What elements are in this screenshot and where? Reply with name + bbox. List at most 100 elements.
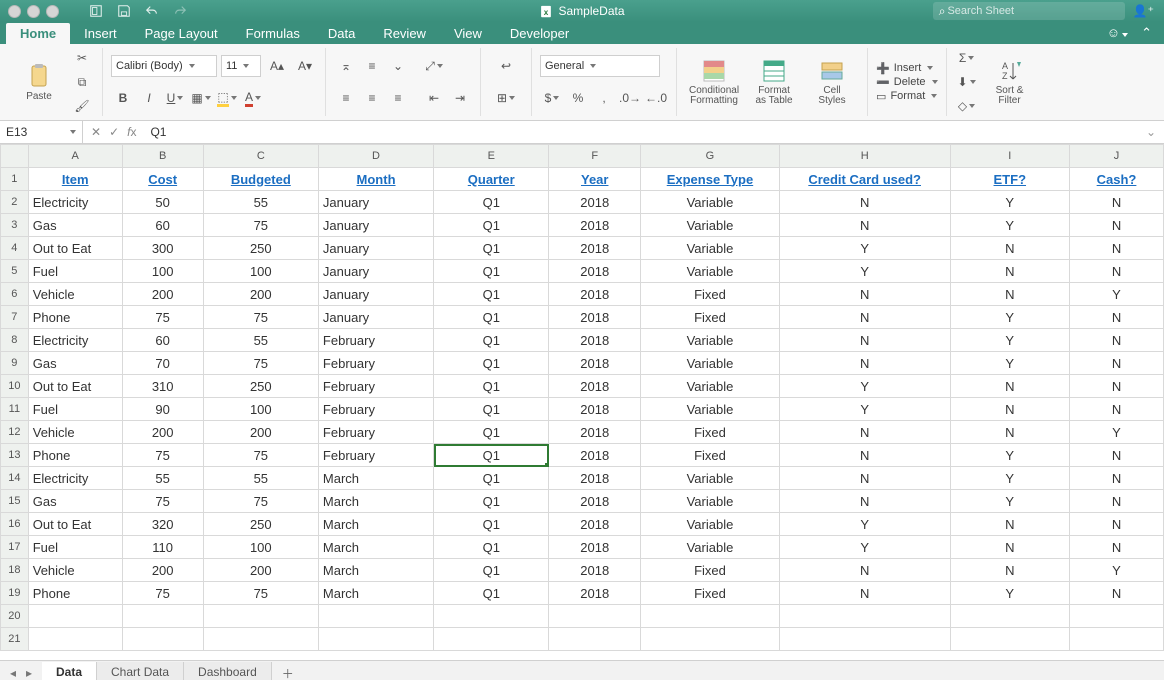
insert-cells-button[interactable]: ➕Insert — [876, 62, 938, 75]
row-header[interactable]: 3 — [1, 214, 29, 237]
cut-icon[interactable]: ✂ — [70, 47, 94, 69]
number-format-select[interactable]: General — [540, 55, 660, 77]
cell[interactable]: March — [318, 582, 433, 605]
cell[interactable]: Q1 — [434, 444, 549, 467]
align-center-icon[interactable]: ≡ — [360, 87, 384, 109]
align-right-icon[interactable]: ≡ — [386, 87, 410, 109]
cell[interactable]: 2018 — [549, 582, 641, 605]
row-header[interactable]: 10 — [1, 375, 29, 398]
align-top-icon[interactable]: ⌅ — [334, 55, 358, 77]
cell[interactable]: 75 — [122, 490, 203, 513]
cell[interactable]: Variable — [641, 329, 780, 352]
cell[interactable]: N — [950, 513, 1070, 536]
increase-indent-icon[interactable]: ⇥ — [448, 87, 472, 109]
cell[interactable] — [950, 605, 1070, 628]
cell[interactable]: N — [1070, 490, 1164, 513]
cell[interactable]: N — [779, 283, 950, 306]
cell[interactable]: Variable — [641, 375, 780, 398]
cell[interactable]: Y — [950, 329, 1070, 352]
cell[interactable]: 50 — [122, 191, 203, 214]
search-input[interactable] — [945, 4, 1118, 18]
cell[interactable]: Q1 — [434, 398, 549, 421]
cell[interactable]: January — [318, 214, 433, 237]
decrease-font-icon[interactable]: A▾ — [293, 55, 317, 77]
cell[interactable]: Electricity — [28, 467, 122, 490]
orientation-icon[interactable]: ⤢ — [422, 55, 446, 77]
cell[interactable]: Y — [1070, 421, 1164, 444]
paste-button[interactable]: Paste — [12, 61, 66, 104]
fill-color-button[interactable]: ⬚ — [215, 87, 239, 109]
cell[interactable]: 2018 — [549, 444, 641, 467]
cell[interactable]: Fixed — [641, 421, 780, 444]
name-box[interactable]: E13 — [0, 121, 83, 143]
cell[interactable]: 55 — [203, 191, 318, 214]
enter-formula-icon[interactable]: ✓ — [109, 125, 119, 139]
cell[interactable]: Vehicle — [28, 421, 122, 444]
cell[interactable] — [549, 605, 641, 628]
cell[interactable]: February — [318, 421, 433, 444]
cell[interactable]: Q1 — [434, 306, 549, 329]
cell[interactable]: Variable — [641, 467, 780, 490]
save-icon[interactable] — [117, 4, 131, 18]
cell[interactable]: Variable — [641, 214, 780, 237]
ribbon-tab-data[interactable]: Data — [314, 23, 369, 44]
cell[interactable]: 100 — [203, 536, 318, 559]
cell[interactable]: Variable — [641, 237, 780, 260]
cell[interactable]: Variable — [641, 191, 780, 214]
cell[interactable]: Fuel — [28, 536, 122, 559]
cell[interactable]: 60 — [122, 329, 203, 352]
cell[interactable]: N — [1070, 444, 1164, 467]
expand-formula-bar-icon[interactable]: ⌄ — [1146, 125, 1156, 139]
next-sheet-icon[interactable]: ▸ — [22, 666, 36, 680]
column-header[interactable]: C — [203, 145, 318, 168]
increase-font-icon[interactable]: A▴ — [265, 55, 289, 77]
cell[interactable]: 250 — [203, 513, 318, 536]
cell[interactable]: 200 — [122, 559, 203, 582]
border-button[interactable]: ▦ — [189, 87, 213, 109]
cell[interactable]: 55 — [203, 329, 318, 352]
row-header[interactable]: 12 — [1, 421, 29, 444]
cell[interactable]: Fuel — [28, 260, 122, 283]
cell[interactable]: Y — [950, 191, 1070, 214]
sheet-tab-chart-data[interactable]: Chart Data — [97, 662, 184, 680]
cell[interactable]: Phone — [28, 444, 122, 467]
feedback-icon[interactable]: ☺ — [1107, 25, 1128, 40]
cell[interactable]: Variable — [641, 536, 780, 559]
cell[interactable] — [549, 628, 641, 651]
ribbon-tab-developer[interactable]: Developer — [496, 23, 583, 44]
cell[interactable]: February — [318, 329, 433, 352]
cell[interactable]: January — [318, 283, 433, 306]
cell[interactable]: Electricity — [28, 329, 122, 352]
minimize-window-icon[interactable] — [27, 5, 40, 18]
cell[interactable]: Variable — [641, 260, 780, 283]
column-header[interactable]: H — [779, 145, 950, 168]
column-header[interactable]: D — [318, 145, 433, 168]
undo-icon[interactable] — [145, 4, 159, 18]
cell[interactable]: 250 — [203, 237, 318, 260]
zoom-window-icon[interactable] — [46, 5, 59, 18]
cell[interactable]: N — [779, 191, 950, 214]
row-header[interactable]: 6 — [1, 283, 29, 306]
cell[interactable]: Q1 — [434, 214, 549, 237]
decrease-decimal-icon[interactable]: ←.0 — [644, 87, 668, 109]
cell[interactable] — [434, 628, 549, 651]
cell[interactable]: January — [318, 191, 433, 214]
cell[interactable]: N — [1070, 191, 1164, 214]
header-cell[interactable]: Item — [28, 168, 122, 191]
cell[interactable] — [434, 605, 549, 628]
cell[interactable]: 75 — [203, 444, 318, 467]
spreadsheet-grid[interactable]: ABCDEFGHIJ1ItemCostBudgetedMonthQuarterY… — [0, 144, 1164, 660]
column-header[interactable]: E — [434, 145, 549, 168]
row-header[interactable]: 11 — [1, 398, 29, 421]
cell[interactable]: 2018 — [549, 260, 641, 283]
header-cell[interactable]: Cash? — [1070, 168, 1164, 191]
cell[interactable]: 75 — [203, 352, 318, 375]
cell[interactable]: 300 — [122, 237, 203, 260]
cell[interactable]: 2018 — [549, 352, 641, 375]
autosum-icon[interactable]: Σ — [955, 47, 979, 69]
column-header[interactable]: J — [1070, 145, 1164, 168]
column-header[interactable]: I — [950, 145, 1070, 168]
align-bottom-icon[interactable]: ⌄ — [386, 55, 410, 77]
cell[interactable]: N — [1070, 375, 1164, 398]
ribbon-tab-page-layout[interactable]: Page Layout — [131, 23, 232, 44]
